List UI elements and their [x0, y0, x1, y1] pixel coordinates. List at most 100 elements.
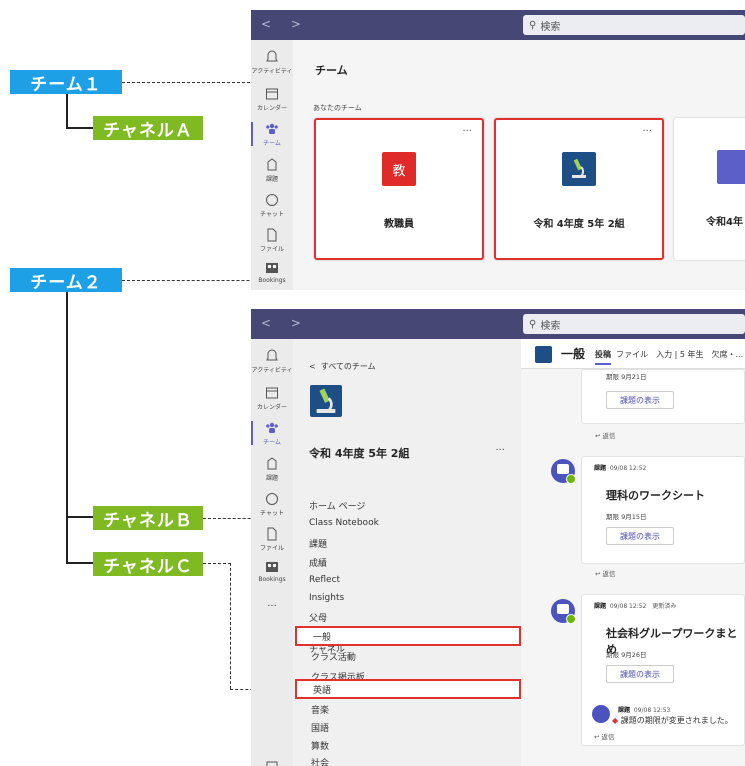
channel-title: 一般 [561, 347, 586, 361]
post-meta: 課題 09/08 12:52 更新済み [594, 603, 677, 610]
search-icon: ⚲ [529, 318, 537, 330]
microscope-icon [310, 385, 342, 417]
rail-activity[interactable]: アクティビティ [251, 50, 293, 75]
tree-line-a-v [66, 94, 68, 128]
rail-activity[interactable]: アクティビティ [251, 349, 293, 374]
file-icon [267, 228, 277, 242]
search-input[interactable]: ⚲ 検索 [523, 15, 745, 35]
team-avatar: 教 [382, 152, 416, 186]
channelC-connector [203, 563, 231, 564]
assignments-bot-avatar [551, 459, 576, 484]
rail-files[interactable]: ファイル [251, 527, 293, 552]
channel-item-english[interactable]: 英語 [295, 679, 521, 699]
rail-teams[interactable]: チーム [251, 122, 293, 147]
microscope-icon [535, 346, 552, 363]
nav-arrows-icon[interactable]: < > [261, 316, 309, 330]
channel-item-social[interactable]: 社会 [295, 752, 521, 766]
reply-link[interactable]: ↩ 返信 [595, 568, 616, 578]
channelC-label: チャネルＣ [93, 552, 203, 577]
search-icon: ⚲ [529, 19, 537, 31]
rail-chat[interactable]: チャット [251, 193, 293, 218]
team-avatar [717, 150, 745, 184]
rail-bookings[interactable]: Bookings [251, 261, 293, 284]
view-assignment-button[interactable]: 課題の表示 [606, 665, 674, 683]
nav-arrows-icon[interactable]: < > [261, 17, 309, 31]
chat-icon [266, 194, 278, 206]
assignment-post: 課題 09/08 12:52 理科のワークシート 期限 9月15日 課題の表示 [581, 456, 745, 564]
assignment-post: 期限 9月21日 課題の表示 [581, 369, 745, 424]
teams-icon [266, 123, 278, 134]
tree-line-bc-v [66, 292, 68, 563]
teams-icon [266, 422, 278, 433]
team1-label: チーム１ [10, 70, 122, 95]
assignments-bot-avatar [551, 599, 576, 624]
channel-tabs: 投稿 ファイル 入力 | 5 年生 欠席・... [595, 349, 743, 365]
channel-item-japanese[interactable]: 国語 [295, 717, 521, 737]
channel-view-screenshot: < > ⚲ 検索 アクティビティ カレンダー チーム 課題 チャット ファイル … [251, 309, 745, 766]
channel-item-general[interactable]: 一般 [295, 626, 521, 646]
rail-assignments[interactable]: 課題 [251, 457, 293, 482]
page-title: チーム [315, 64, 348, 77]
channel-item-music[interactable]: 音楽 [295, 699, 521, 719]
team-link-grades[interactable]: 成績 [309, 556, 327, 569]
more-options-icon[interactable]: ··· [642, 126, 652, 137]
file-icon [267, 527, 277, 541]
team-link-notebook[interactable]: Class Notebook [309, 518, 379, 528]
rail-bookings[interactable]: Bookings [251, 560, 293, 583]
rail-assignments[interactable]: 課題 [251, 158, 293, 183]
more-options-icon[interactable]: ··· [495, 445, 505, 456]
view-assignment-button[interactable]: 課題の表示 [606, 527, 674, 545]
team-link-home[interactable]: ホーム ページ [309, 499, 365, 512]
bookings-icon [266, 263, 278, 273]
rail-calendar[interactable]: カレンダー [251, 386, 293, 411]
assignment-icon [267, 457, 277, 470]
team-card[interactable]: 令和4年 [674, 118, 745, 260]
team-card[interactable]: ··· 教 教職員 [314, 118, 484, 260]
more-options-icon[interactable]: ··· [462, 126, 472, 137]
back-to-all-teams[interactable]: < すべてのチーム [309, 361, 376, 372]
team-link-parents[interactable]: 父母 [309, 611, 327, 624]
calendar-icon [266, 387, 278, 399]
due-date: 期限 9月26日 [606, 651, 647, 659]
due-date: 期限 9月15日 [606, 513, 647, 521]
channelC-connector-down [230, 563, 231, 689]
rail-more[interactable]: ··· [251, 601, 293, 612]
team-link-insights[interactable]: Insights [309, 593, 344, 603]
channel-header: 一般 投稿 ファイル 入力 | 5 年生 欠席・... [521, 339, 745, 369]
calendar-icon [266, 88, 278, 100]
microscope-icon [562, 152, 596, 186]
rail-calendar[interactable]: カレンダー [251, 87, 293, 112]
tree-line-b-h [66, 516, 93, 518]
team-name: 令和 4年度 5年 2組 [533, 219, 625, 230]
section-label: あなたのチーム [313, 104, 362, 112]
app-rail: アクティビティ カレンダー チーム 課題 チャット ファイル Bookings [251, 40, 293, 290]
search-input[interactable]: ⚲ 検索 [523, 314, 745, 334]
notice-meta: 課題 09/08 12:53 [618, 707, 671, 714]
tree-line-a-h [66, 127, 93, 129]
channel-item-class-activity[interactable]: クラス活動 [295, 646, 521, 666]
team2-label: チーム２ [10, 268, 122, 293]
team-link-reflect[interactable]: Reflect [309, 575, 340, 585]
view-assignment-button[interactable]: 課題の表示 [606, 391, 674, 409]
reply-link[interactable]: ↩ 返信 [594, 731, 615, 741]
apps-icon[interactable] [251, 759, 293, 766]
search-placeholder: 検索 [540, 21, 561, 33]
tree-line-c-h [66, 562, 93, 564]
chat-icon [266, 493, 278, 505]
rail-chat[interactable]: チャット [251, 492, 293, 517]
team-name: 教職員 [384, 219, 414, 230]
reply-link[interactable]: ↩ 返信 [595, 430, 616, 440]
assignment-post: 課題 09/08 12:52 更新済み 社会科グループワークまとめ 期限 9月2… [581, 594, 745, 746]
post-meta: 課題 09/08 12:52 [594, 465, 647, 472]
tab-posts[interactable]: 投稿 [595, 350, 611, 365]
rail-files[interactable]: ファイル [251, 228, 293, 253]
bookings-icon [266, 562, 278, 572]
team-name: 令和 4年度 5年 2組 [309, 447, 410, 460]
bell-icon [266, 50, 278, 62]
rail-teams[interactable]: チーム [251, 421, 293, 446]
team-card[interactable]: ··· 令和 4年度 5年 2組 [494, 118, 664, 260]
assignments-bot-avatar [592, 705, 610, 723]
team-link-assignments[interactable]: 課題 [309, 537, 327, 550]
notice-text: ◆ 課題の期限が変更されました。 [612, 716, 733, 725]
tab-others[interactable]: ファイル 入力 | 5 年生 欠席・... [616, 350, 743, 359]
